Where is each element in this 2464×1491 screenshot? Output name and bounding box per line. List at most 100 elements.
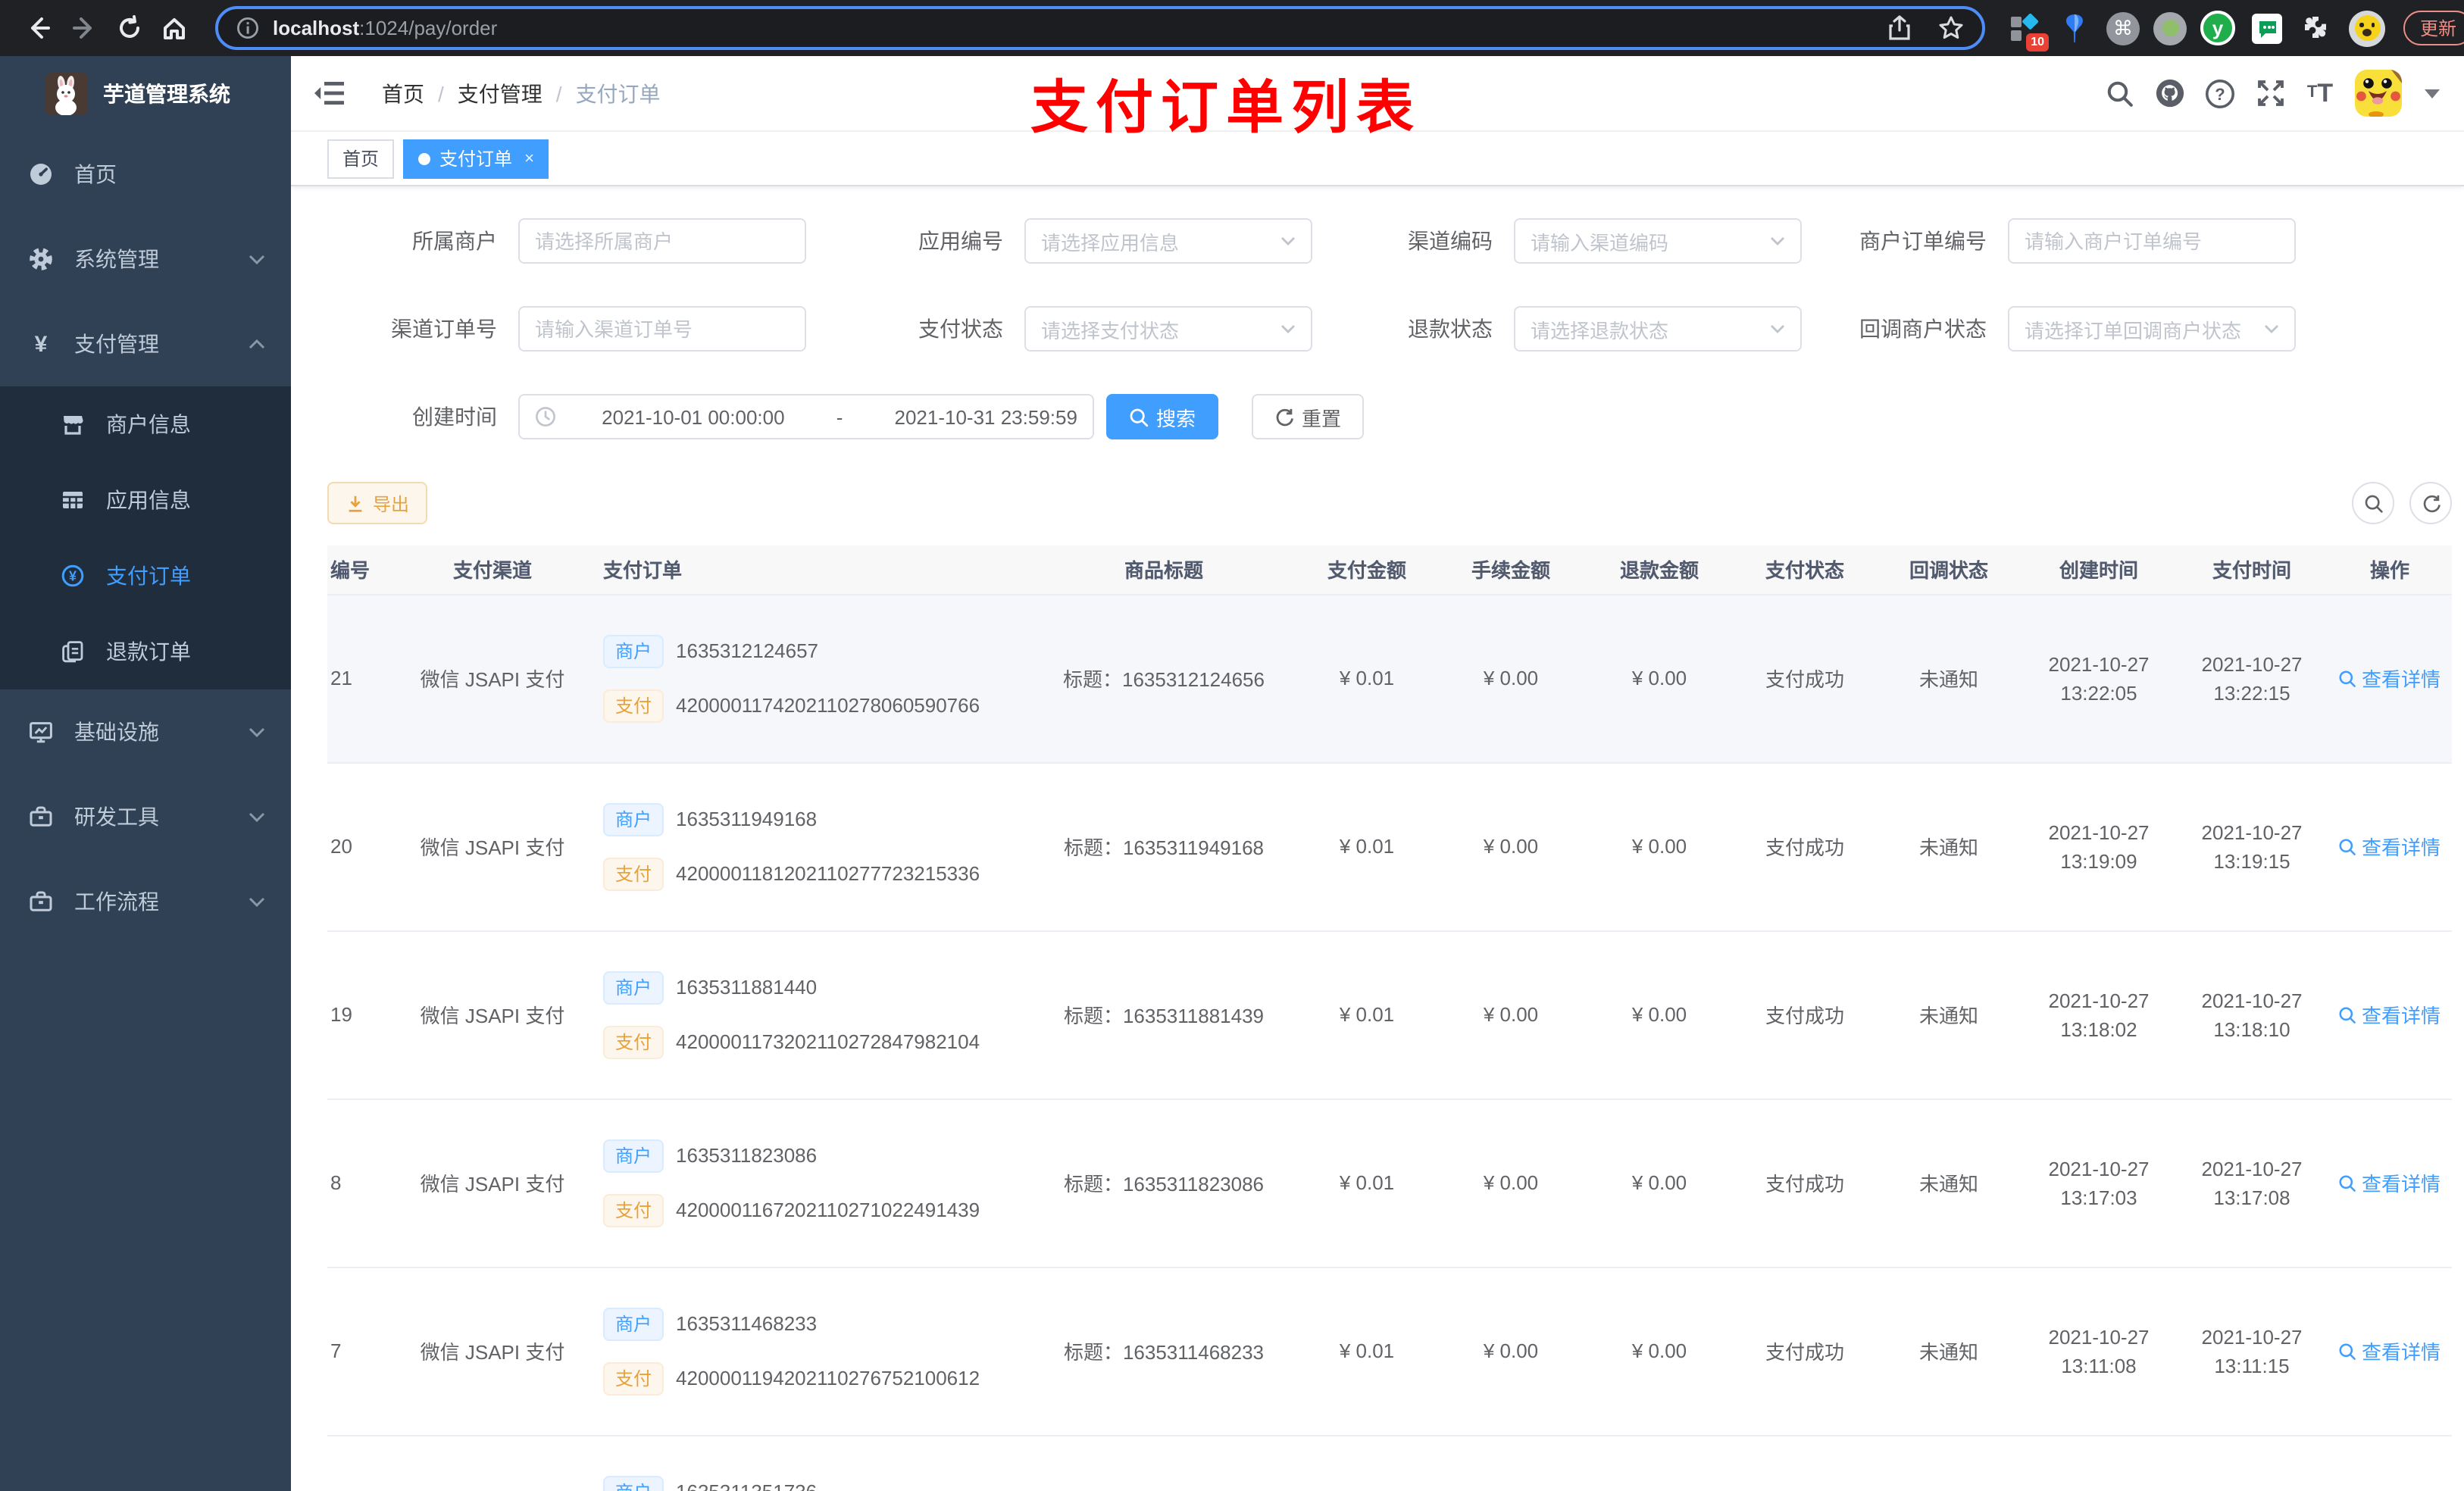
back-icon[interactable] [15, 5, 61, 51]
show-search-circle-button[interactable] [2352, 482, 2394, 524]
order-table: 编号 支付渠道 支付订单 商品标题 支付金额 手续金额 退款金额 支付状态 回调… [327, 545, 2452, 1491]
view-detail-link[interactable]: 查看详情 [2339, 1000, 2441, 1029]
merchant-tag: 商户 [603, 1475, 664, 1491]
pay-status-select[interactable]: 请选择支付状态 [1024, 306, 1312, 352]
cell-status [1734, 1435, 1876, 1491]
view-detail-link[interactable]: 查看详情 [2339, 1168, 2441, 1197]
browser-toolbar: localhost:1024/pay/order 10 ⌘ y 更新 [0, 0, 2464, 56]
view-detail-link[interactable]: 查看详情 [2339, 832, 2441, 861]
help-icon[interactable]: ? [2205, 78, 2235, 108]
sidebar-item-payment[interactable]: ¥ 支付管理 [0, 302, 291, 386]
address-bar[interactable]: localhost:1024/pay/order [215, 6, 1985, 50]
header-search-icon[interactable] [2105, 78, 2135, 108]
pay-tag: 支付 [603, 857, 664, 890]
extension-chat-icon[interactable] [2249, 10, 2285, 46]
home-icon[interactable] [152, 5, 197, 51]
create-time-range-picker[interactable]: 2021-10-01 00:00:00 - 2021-10-31 23:59:5… [518, 394, 1094, 439]
refresh-circle-button[interactable] [2409, 482, 2452, 524]
monitor-icon [29, 720, 53, 744]
sidebar-item-label: 退款订单 [106, 639, 191, 664]
tab-active-dot [418, 152, 431, 164]
sidebar-item-label: 支付管理 [74, 332, 159, 356]
table-row: 21 微信 JSAPI 支付 商户 1635312124657 支付 4200001… [327, 594, 2452, 763]
breadcrumb-payment[interactable]: 支付管理 [458, 78, 543, 108]
sidebar-item-dev-tools[interactable]: 研发工具 [0, 774, 291, 859]
reload-icon[interactable] [106, 5, 152, 51]
breadcrumb: 首页 / 支付管理 / 支付订单 [382, 78, 661, 108]
extension-record-icon[interactable] [2153, 11, 2187, 45]
sidebar-item-label: 商户信息 [106, 412, 191, 436]
fullscreen-icon[interactable] [2255, 78, 2285, 108]
cell-amount: ¥ 0.01 [1297, 1267, 1437, 1436]
cell-action: 查看详情 [2328, 1267, 2452, 1436]
cell-status: 支付成功 [1734, 594, 1876, 763]
sidebar-item-home[interactable]: 首页 [0, 132, 291, 217]
share-icon[interactable] [1888, 15, 1911, 41]
col-header: 支付状态 [1734, 545, 1876, 595]
filter-label: 支付状态 [918, 317, 1003, 341]
cell-notify: 未通知 [1876, 930, 2022, 1099]
date-start: 2021-10-01 00:00:00 [602, 405, 785, 428]
cell-paid: 2021-10-27 13:17:08 [2176, 1099, 2328, 1268]
cell-paid: 2021-10-27 13:22:15 [2176, 594, 2328, 763]
export-button[interactable]: 导出 [327, 482, 428, 524]
sidebar-item-system[interactable]: 系统管理 [0, 217, 291, 302]
sidebar-item-infrastructure[interactable]: 基础设施 [0, 689, 291, 774]
update-button[interactable]: 更新 [2403, 11, 2464, 45]
font-size-icon[interactable]: TT [2305, 78, 2335, 108]
tab-close-icon[interactable]: × [524, 149, 534, 167]
cell-order: 商户 1635311823086 支付 4200001167202110271022… [591, 1099, 1030, 1268]
merchant-input[interactable] [518, 218, 806, 264]
app-id-select[interactable]: 请选择应用信息 [1024, 218, 1312, 264]
tab-home[interactable]: 首页 [327, 139, 395, 178]
refund-status-select[interactable]: 请选择退款状态 [1514, 306, 1802, 352]
profile-emoji-icon[interactable] [2349, 10, 2385, 46]
avatar[interactable] [2355, 70, 2402, 117]
site-info-icon[interactable] [236, 17, 259, 39]
notify-status-select[interactable]: 请选择订单回调商户状态 [2008, 306, 2296, 352]
view-detail-link[interactable]: 查看详情 [2339, 664, 2441, 692]
hamburger-icon[interactable] [312, 78, 346, 108]
forward-icon[interactable] [61, 5, 106, 51]
col-header: 编号 [327, 545, 394, 595]
cell-notify: 未通知 [1876, 762, 2022, 931]
clock-icon [535, 406, 556, 427]
chevron-up-icon [249, 339, 265, 350]
chevron-down-icon [1280, 236, 1296, 245]
merchant-order-no-input[interactable] [2008, 218, 2296, 264]
cell-paid [2176, 1435, 2328, 1491]
pay-order-no: 4200001167202110271022491439 [676, 1199, 980, 1221]
view-detail-link[interactable]: 查看详情 [2339, 1336, 2441, 1365]
app-logo-row[interactable]: 芋道管理系统 [0, 56, 291, 132]
extensions-puzzle-icon[interactable] [2299, 10, 2335, 46]
search-button[interactable]: 搜索 [1106, 394, 1219, 439]
breadcrumb-home[interactable]: 首页 [382, 78, 424, 108]
extension-blocks-icon[interactable]: 10 [2006, 10, 2049, 51]
sidebar-item-workflow[interactable]: 工作流程 [0, 859, 291, 944]
cell-amount [1297, 1435, 1437, 1491]
chevron-down-icon [1770, 324, 1785, 333]
table-row: 19 微信 JSAPI 支付 商户 1635311881440 支付 4200001… [327, 930, 2452, 1099]
bookmark-star-icon[interactable] [1938, 15, 1964, 41]
channel-order-no-input[interactable] [518, 306, 806, 352]
avatar-caret-icon[interactable] [2425, 89, 2440, 98]
reset-button[interactable]: 重置 [1252, 394, 1365, 439]
sidebar-item-app-info[interactable]: 应用信息 [0, 462, 291, 538]
tab-pay-order[interactable]: 支付订单 × [403, 139, 549, 178]
sidebar-item-pay-order[interactable]: ¥ 支付订单 [0, 538, 291, 614]
channel-code-select[interactable]: 请输入渠道编码 [1514, 218, 1802, 264]
extension-balloon-icon[interactable] [2056, 10, 2093, 46]
sidebar-item-refund-order[interactable]: 退款订单 [0, 614, 291, 689]
sidebar-item-merchant-info[interactable]: 商户信息 [0, 386, 291, 462]
cell-channel: 微信 JSAPI 支付 [394, 594, 591, 763]
extension-command-icon[interactable]: ⌘ [2106, 11, 2140, 45]
extension-y-icon[interactable]: y [2200, 11, 2235, 45]
sidebar-item-label: 工作流程 [74, 889, 159, 914]
chevron-down-icon [1280, 324, 1296, 333]
svg-text:¥: ¥ [69, 568, 77, 583]
cell-notify: 未通知 [1876, 1267, 2022, 1436]
col-header: 支付时间 [2176, 545, 2328, 595]
cell-no: 8 [327, 1099, 394, 1268]
filter-label: 渠道编码 [1408, 229, 1493, 253]
github-icon[interactable] [2155, 78, 2185, 108]
